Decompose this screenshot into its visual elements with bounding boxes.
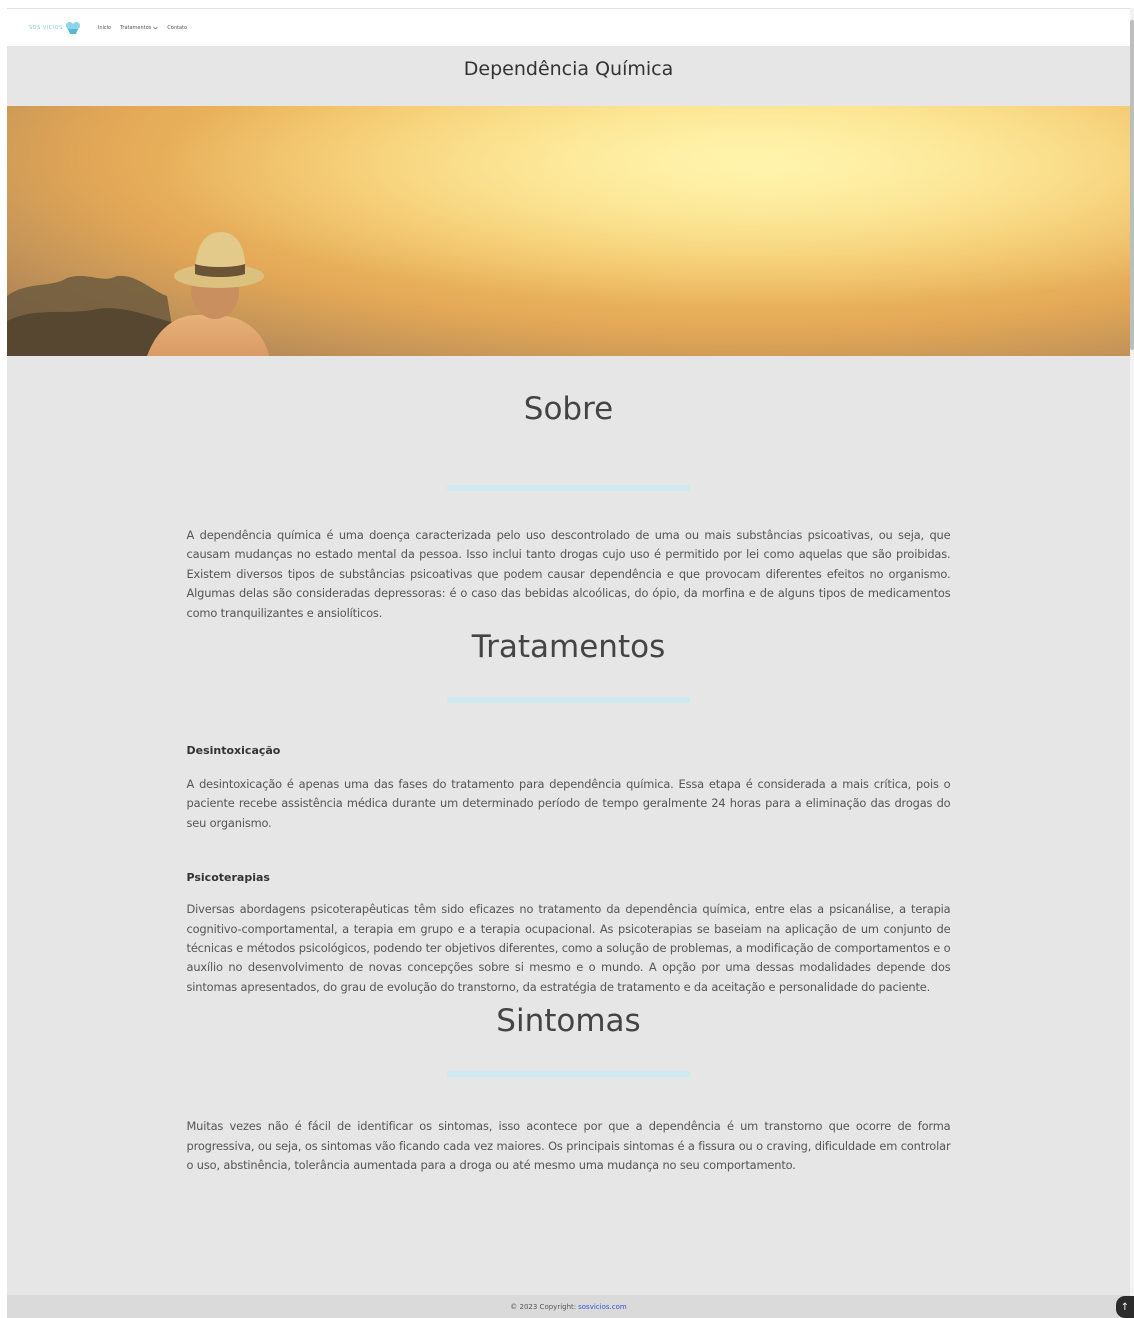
subhead-psicoterapias: Psicoterapias	[186, 871, 270, 885]
sobre-text: A dependência química é uma doença carac…	[186, 528, 951, 620]
logo-text: SOS VICIOS	[29, 24, 63, 31]
section-title-sobre: Sobre	[523, 391, 614, 427]
footer-link[interactable]: sosvicios.com	[578, 1303, 627, 1311]
page: SOS VICIOS Início Tratamentos Contato De…	[7, 8, 1130, 1318]
desintoxicacao-text: A desintoxicação é apenas uma das fases …	[186, 777, 951, 830]
scrollbar-thumb[interactable]	[1130, 20, 1134, 350]
nav-links: Início Tratamentos Contato	[98, 25, 196, 31]
section-title-tratamentos: Tratamentos	[471, 629, 666, 666]
arrow-up-icon: ↑	[1120, 1301, 1130, 1313]
page-title: Dependência Química	[463, 57, 674, 80]
section-title-sintomas: Sintomas	[496, 1003, 641, 1040]
section-tratamentos: Tratamentos Desintoxicação A desintoxica…	[7, 623, 1130, 997]
footer-copyright: © 2023 Copyright:	[510, 1302, 577, 1311]
navbar: SOS VICIOS Início Tratamentos Contato	[7, 8, 1130, 46]
section-sintomas: Sintomas Muitas vezes não é fácil de ide…	[7, 997, 1130, 1175]
section-divider	[447, 485, 690, 491]
hero-illustration	[7, 106, 1130, 356]
nav-link-inicio[interactable]: Início	[98, 25, 111, 31]
subhead-desintoxicacao: Desintoxicação	[186, 744, 281, 758]
hero-image	[7, 106, 1130, 356]
back-to-top-button[interactable]: ↑	[1116, 1296, 1134, 1318]
chevron-down-icon	[153, 26, 159, 29]
logo-heart-icon	[65, 21, 80, 34]
sintomas-text: Muitas vezes não é fácil de identificar …	[186, 1119, 951, 1173]
logo[interactable]: SOS VICIOS	[29, 21, 81, 35]
nav-link-contato[interactable]: Contato	[167, 25, 187, 31]
nav-link-tratamentos[interactable]: Tratamentos	[120, 24, 159, 31]
footer: © 2023 Copyright: sosvicios.com	[7, 1295, 1130, 1318]
title-band: Dependência Química	[7, 45, 1130, 106]
psicoterapias-text: Diversas abordagens psicoterapêuticas tê…	[186, 902, 951, 994]
nav-link-tratamentos-label: Tratamentos	[120, 24, 152, 31]
main-content: Sobre A dependência química é uma doença…	[7, 356, 1130, 1176]
section-sobre: Sobre A dependência química é uma doença…	[7, 356, 1130, 623]
section-divider	[447, 697, 690, 704]
section-divider	[447, 1071, 690, 1078]
